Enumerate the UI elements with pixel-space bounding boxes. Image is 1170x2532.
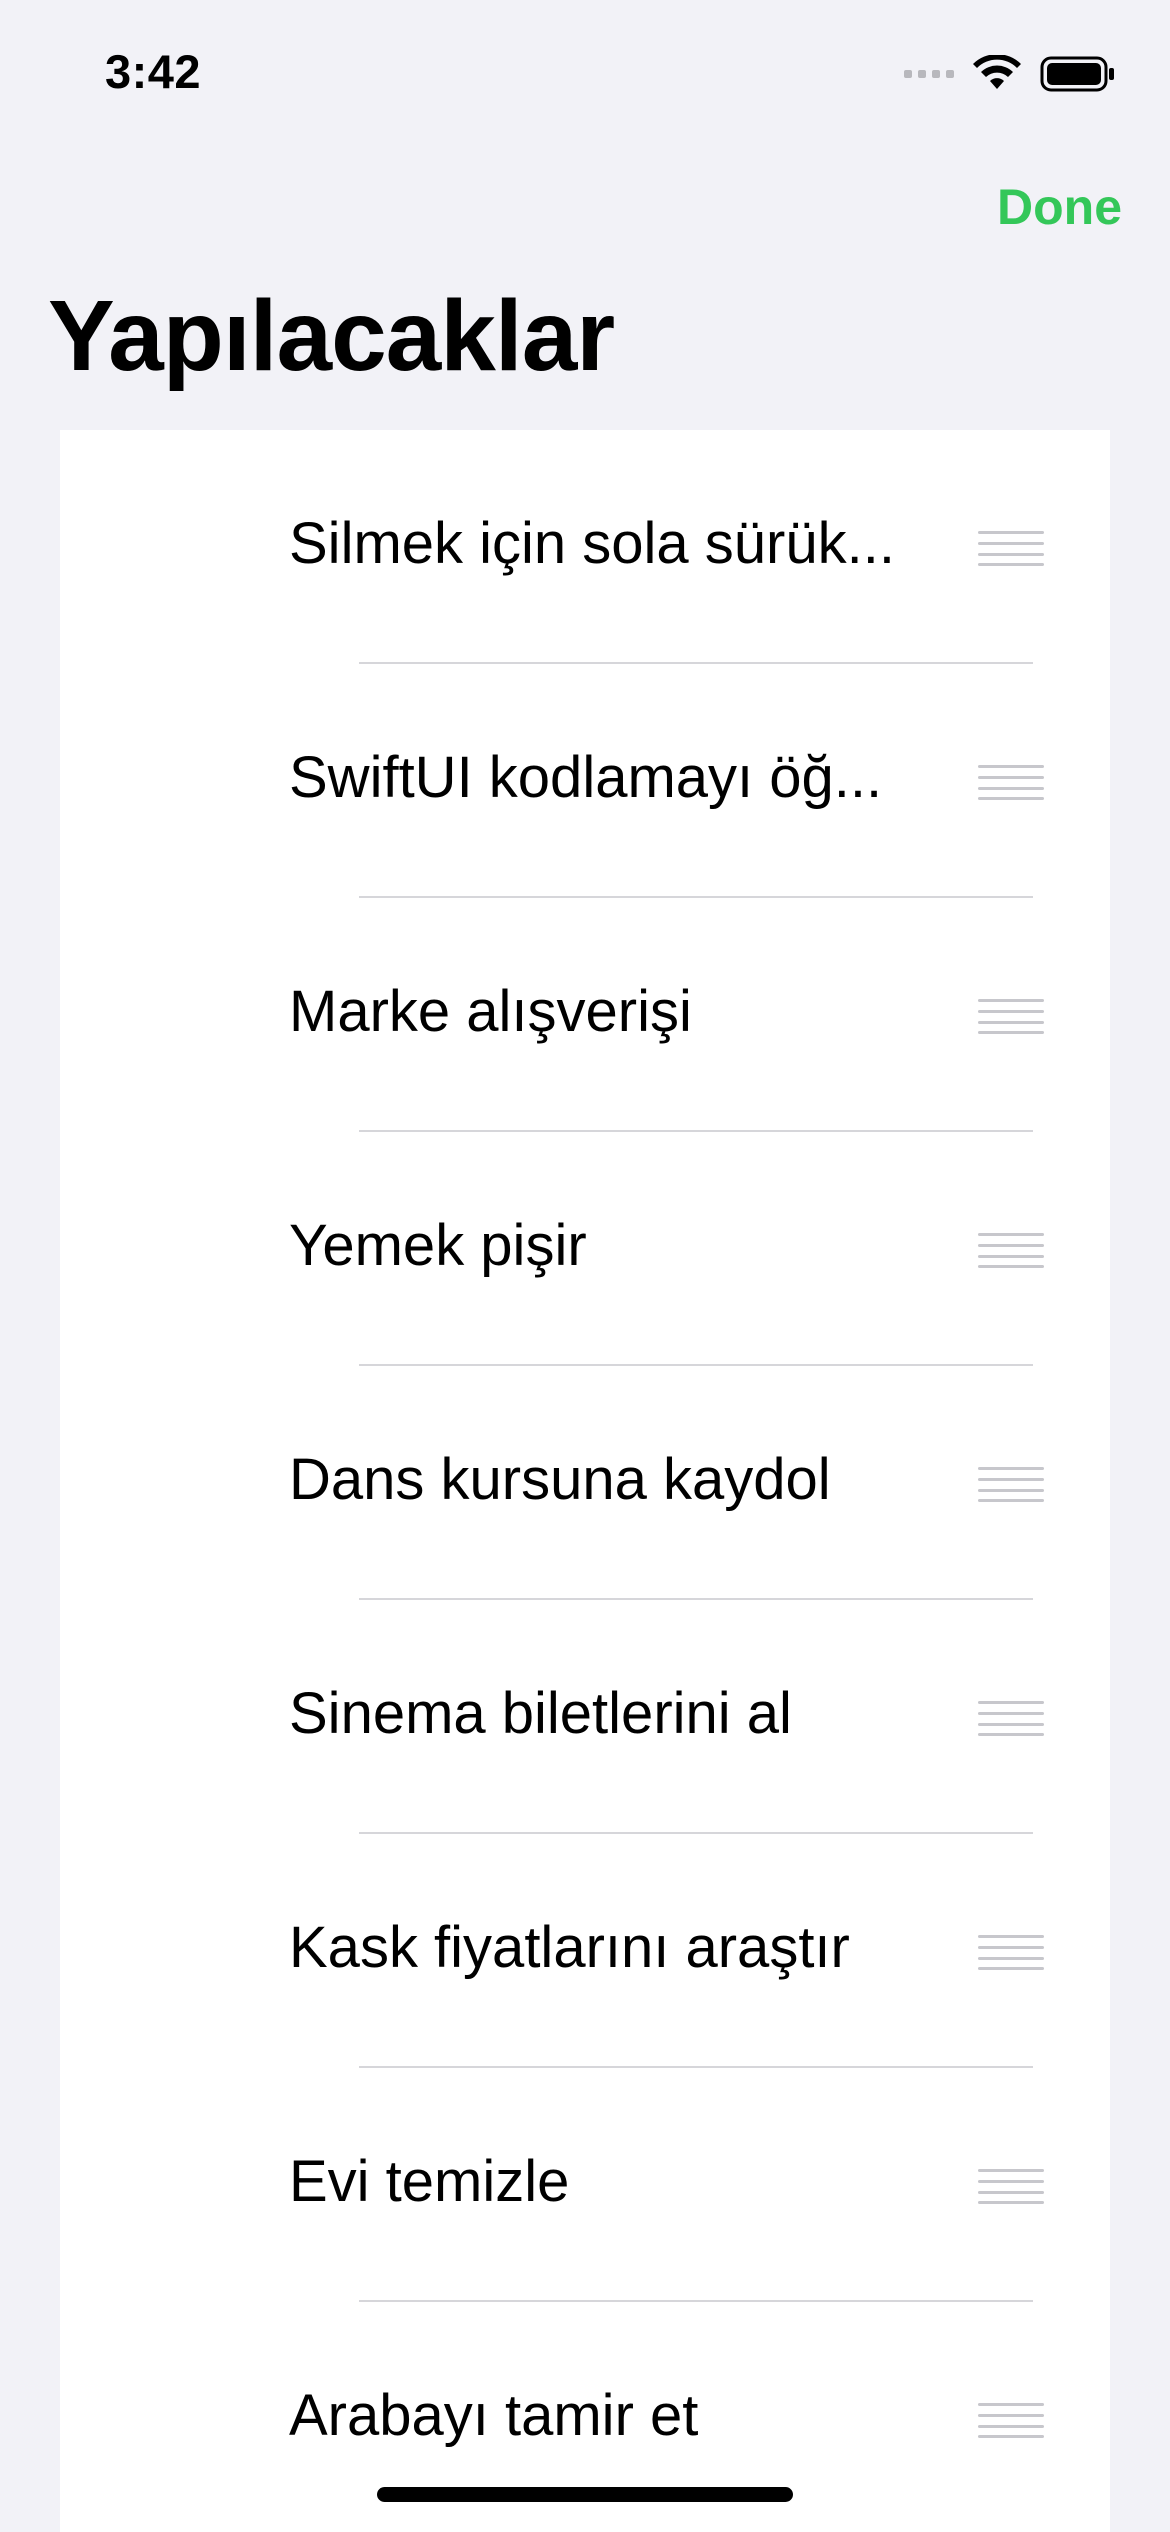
drag-handle-icon[interactable]	[978, 530, 1044, 566]
todo-label: SwiftUI kodlamayı öğ...	[289, 745, 883, 810]
signal-icon	[904, 70, 954, 78]
done-button[interactable]: Done	[997, 178, 1122, 236]
status-time: 3:42	[105, 45, 202, 98]
drag-handle-icon[interactable]	[978, 1934, 1044, 1970]
status-icons	[904, 52, 1116, 96]
home-indicator[interactable]	[377, 2487, 793, 2502]
list-item[interactable]: Dans kursuna kaydol	[60, 1366, 1110, 1600]
drag-handle-icon[interactable]	[978, 2402, 1044, 2438]
todo-list: Silmek için sola sürük... SwiftUI kodlam…	[60, 430, 1110, 2532]
todo-label: Yemek pişir	[289, 1213, 587, 1278]
list-item[interactable]: Evi temizle	[60, 2068, 1110, 2302]
todo-label: Evi temizle	[289, 2149, 570, 2214]
todo-label: Dans kursuna kaydol	[289, 1447, 831, 1512]
drag-handle-icon[interactable]	[978, 998, 1044, 1034]
drag-handle-icon[interactable]	[978, 1466, 1044, 1502]
list-item[interactable]: Yemek pişir	[60, 1132, 1110, 1366]
list-item[interactable]: Silmek için sola sürük...	[60, 430, 1110, 664]
drag-handle-icon[interactable]	[978, 764, 1044, 800]
page-title: Yapılacaklar	[48, 280, 615, 392]
list-item[interactable]: SwiftUI kodlamayı öğ...	[60, 664, 1110, 898]
drag-handle-icon[interactable]	[978, 1700, 1044, 1736]
status-bar: 3:42	[0, 0, 1170, 140]
todo-label: Marke alışverişi	[289, 979, 692, 1044]
todo-label: Sinema biletlerini al	[289, 1681, 792, 1746]
list-item[interactable]: Marke alışverişi	[60, 898, 1110, 1132]
drag-handle-icon[interactable]	[978, 1232, 1044, 1268]
todo-label: Kask fiyatlarını araştır	[289, 1915, 850, 1980]
drag-handle-icon[interactable]	[978, 2168, 1044, 2204]
list-item[interactable]: Kask fiyatlarını araştır	[60, 1834, 1110, 2068]
todo-label: Silmek için sola sürük...	[289, 511, 895, 576]
list-item[interactable]: Sinema biletlerini al	[60, 1600, 1110, 1834]
battery-icon	[1040, 56, 1114, 92]
todo-label: Arabayı tamir et	[289, 2383, 699, 2448]
wifi-icon	[973, 55, 1021, 89]
